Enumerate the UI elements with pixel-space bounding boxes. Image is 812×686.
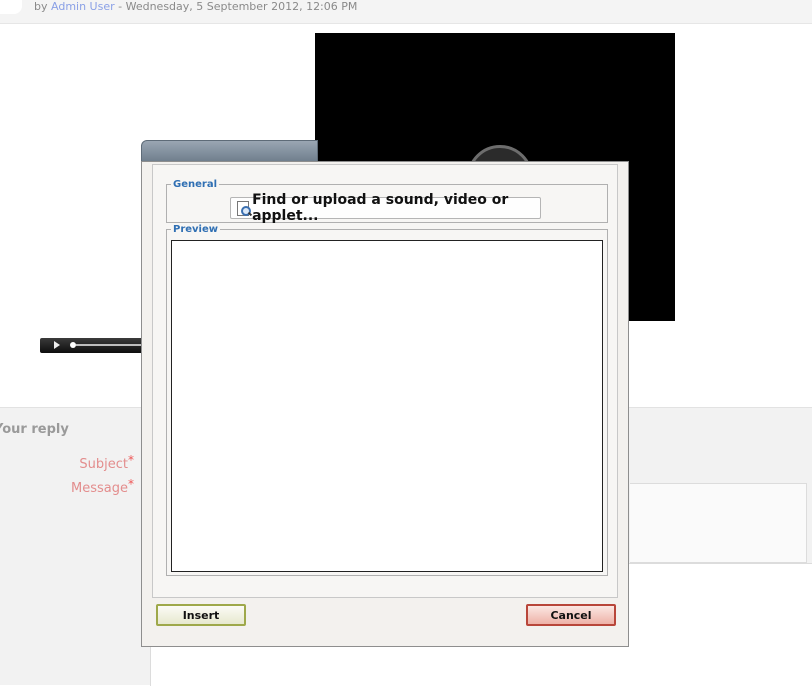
cancel-button[interactable]: Cancel	[526, 604, 616, 626]
find-upload-label: Find or upload a sound, video or applet.…	[252, 192, 509, 224]
dialog-titlebar[interactable]	[141, 140, 318, 163]
dialog-panel: General Find or upload a sound, video or…	[152, 164, 618, 598]
insert-media-dialog: General Find or upload a sound, video or…	[141, 161, 629, 647]
message-label: Message*	[71, 477, 134, 496]
byline: by Admin User - Wednesday, 5 September 2…	[34, 0, 357, 13]
post-header: by Admin User - Wednesday, 5 September 2…	[0, 0, 812, 24]
subject-label: Subject*	[79, 453, 134, 472]
author-link[interactable]: Admin User	[51, 0, 115, 13]
preview-area	[171, 240, 603, 572]
insert-button[interactable]: Insert	[156, 604, 246, 626]
subject-required-mark: *	[128, 453, 134, 467]
find-upload-media-button[interactable]: Find or upload a sound, video or applet.…	[230, 192, 541, 224]
by-label: by	[34, 0, 48, 13]
seek-track[interactable]	[76, 344, 146, 346]
general-legend: General	[173, 179, 217, 190]
avatar[interactable]	[0, 0, 22, 14]
reply-heading: Your reply	[0, 422, 69, 437]
message-label-text: Message	[71, 481, 128, 496]
message-editor-toolbar[interactable]	[630, 483, 807, 563]
play-icon[interactable]	[54, 341, 60, 349]
preview-legend: Preview	[173, 224, 219, 235]
audio-player[interactable]	[40, 338, 146, 353]
subject-label-text: Subject	[79, 457, 128, 472]
message-required-mark: *	[128, 477, 134, 491]
magnifier-document-icon	[235, 200, 253, 217]
post-date: - Wednesday, 5 September 2012, 12:06 PM	[118, 0, 358, 13]
